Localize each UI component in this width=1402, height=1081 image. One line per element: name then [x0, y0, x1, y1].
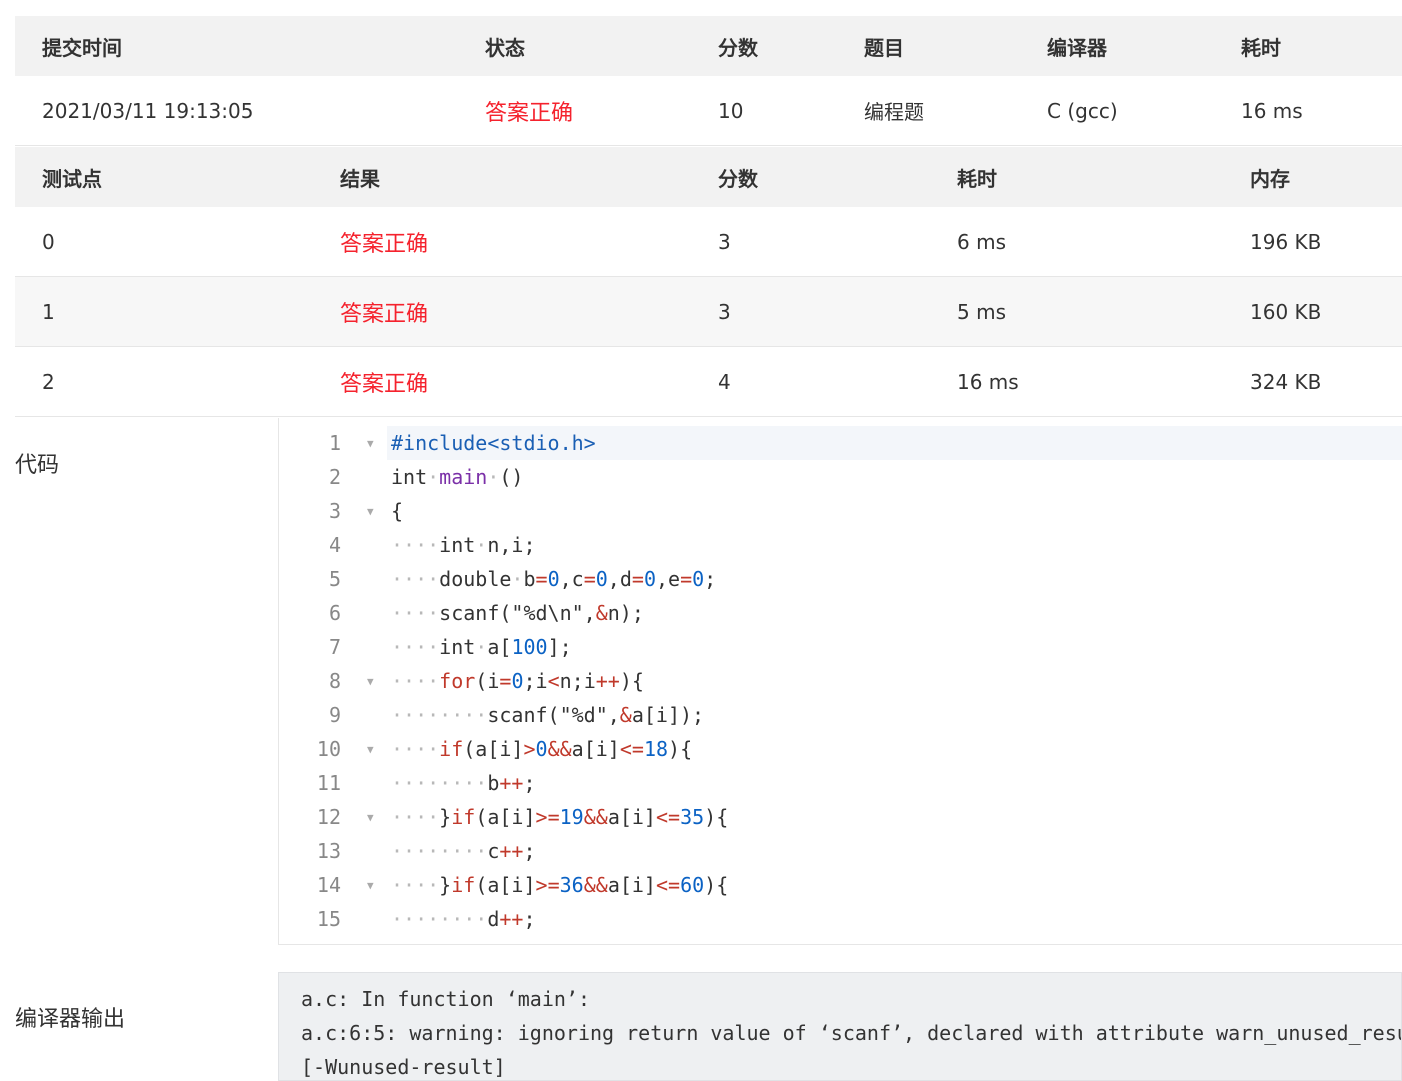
code-line: 1 ▼ #include<stdio.h> [279, 426, 1402, 460]
line-number: 11 [316, 771, 341, 795]
code-text: int · main ·() [391, 465, 524, 489]
header-testcase: 测试点 [42, 166, 102, 191]
status-badge: 答案正确 [485, 100, 574, 126]
testcase-table-header: 测试点 结果 分数 耗时 内存 [15, 147, 1402, 207]
submission-row: 2021/03/11 19:13:05 答案正确 10 编程题 C (gcc) … [15, 76, 1402, 146]
testcase-row: 0 答案正确 3 6 ms 196 KB [15, 207, 1402, 277]
submission-score: 10 [718, 98, 744, 123]
line-number: 10 [316, 737, 341, 761]
code-line: 5 ···· double · b = 0 ,c = 0 ,d = 0 ,e = 0; [279, 562, 1402, 596]
testcase-result: 答案正确 [340, 371, 429, 397]
line-number: 6 [328, 601, 341, 625]
fold-toggle-icon[interactable]: ▼ [367, 437, 374, 450]
line-number: 12 [316, 805, 341, 829]
code-line: 4 ···· int · n,i; [279, 528, 1402, 562]
code-line: 12 ▼ ····} if (a[i] >= 19 && a[i] <= 35){ [279, 800, 1402, 834]
testcase-row: 2 答案正确 4 16 ms 324 KB [15, 347, 1402, 417]
header-result: 结果 [340, 166, 380, 191]
compiler-output-line: a.c:6:5: warning: ignoring return value … [301, 1021, 1402, 1045]
line-number: 2 [328, 465, 341, 489]
header-status: 状态 [485, 35, 525, 60]
line-number: 5 [328, 567, 341, 591]
code-text: ···· int · a[100]; [391, 635, 572, 659]
fold-toggle-icon[interactable]: ▼ [367, 675, 374, 688]
testcase-time: 5 ms [957, 299, 1006, 324]
testcase-id: 2 [42, 369, 55, 394]
code-line: 7 ···· int · a[100]; [279, 630, 1402, 664]
compiler-output-label: 编译器输出 [15, 1007, 126, 1032]
header-submit-time: 提交时间 [42, 35, 122, 60]
header-elapsed: 耗时 [1241, 35, 1281, 60]
fold-toggle-icon[interactable]: ▼ [367, 811, 374, 824]
testcase-memory: 196 KB [1250, 229, 1322, 254]
code-viewer[interactable]: 1 ▼ #include<stdio.h> 2 int · main ·() 3 ▼ {4 ···· i… [278, 418, 1402, 945]
line-number: 15 [316, 907, 341, 931]
line-number: 3 [328, 499, 341, 523]
header-score: 分数 [718, 35, 758, 60]
testcase-time: 6 ms [957, 229, 1006, 254]
testcase-result: 答案正确 [340, 301, 429, 327]
code-text: ········ b ++; [391, 771, 536, 795]
code-text: ········ d ++; [391, 907, 536, 931]
testcase-id: 0 [42, 229, 55, 254]
code-text: ···· double · b = 0 ,c = 0 ,d = 0 ,e = 0; [391, 567, 717, 591]
code-line: 11 ········ b ++; [279, 766, 1402, 800]
code-text: ···· int · n,i; [391, 533, 536, 557]
compiler-output-line: [-Wunused-result] [301, 1055, 506, 1079]
compiler-output-box: a.c: In function ‘main’: a.c:6:5: warning… [278, 972, 1402, 1081]
fold-toggle-icon[interactable]: ▼ [367, 879, 374, 892]
testcase-score: 3 [718, 229, 731, 254]
line-number: 4 [328, 533, 341, 557]
code-text: ····} if (a[i] >= 19 && a[i] <= 35){ [391, 805, 729, 829]
code-text: ········ scanf("%d", & a[i]); [391, 703, 705, 727]
code-text: ········ c ++; [391, 839, 536, 863]
code-line: 8 ▼ ···· for (i = 0 ;i < n;i ++){ [279, 664, 1402, 698]
line-number: 7 [328, 635, 341, 659]
fold-toggle-icon[interactable]: ▼ [367, 505, 374, 518]
testcase-score: 3 [718, 299, 731, 324]
code-label: 代码 [15, 453, 60, 478]
testcase-memory: 160 KB [1250, 299, 1322, 324]
code-line: 14 ▼ ····} if (a[i] >= 36 && a[i] <= 60){ [279, 868, 1402, 902]
code-text: ···· if (a[i] >0 && a[i] <= 18){ [391, 737, 693, 761]
code-text: ···· scanf("%d\n", & n); [391, 601, 644, 625]
testcase-row: 1 答案正确 3 5 ms 160 KB [15, 277, 1402, 347]
compiler-output-line: a.c: In function ‘main’: [301, 987, 590, 1011]
code-text: ····} if (a[i] >= 36 && a[i] <= 60){ [391, 873, 729, 897]
line-number: 8 [328, 669, 341, 693]
header-compiler: 编译器 [1047, 35, 1107, 60]
code-line: 6 ···· scanf("%d\n", & n); [279, 596, 1402, 630]
code-line: 9 ········ scanf("%d", & a[i]); [279, 698, 1402, 732]
code-line: 13 ········ c ++; [279, 834, 1402, 868]
header-problem: 题目 [864, 35, 904, 60]
fold-toggle-icon[interactable]: ▼ [367, 743, 374, 756]
code-line: 3 ▼ { [279, 494, 1402, 528]
problem-name[interactable]: 编程题 [864, 76, 924, 145]
testcase-memory: 324 KB [1250, 369, 1322, 394]
submission-elapsed: 16 ms [1241, 98, 1303, 123]
line-number: 9 [328, 703, 341, 727]
line-number: 13 [316, 839, 341, 863]
submit-time: 2021/03/11 19:13:05 [42, 98, 254, 123]
submission-table-header: 提交时间 状态 分数 题目 编译器 耗时 [15, 16, 1402, 76]
compiler-name: C (gcc) [1047, 98, 1118, 123]
testcase-id: 1 [42, 299, 55, 324]
code-text: ···· for (i = 0 ;i < n;i ++){ [391, 669, 644, 693]
header-tc-time: 耗时 [957, 166, 997, 191]
code-line: 2 int · main ·() [279, 460, 1402, 494]
testcase-time: 16 ms [957, 369, 1019, 394]
header-tc-score: 分数 [718, 166, 758, 191]
code-line: 10 ▼ ···· if (a[i] >0 && a[i] <= 18){ [279, 732, 1402, 766]
header-memory: 内存 [1250, 166, 1290, 191]
code-text: { [391, 499, 404, 523]
code-text: #include<stdio.h> [387, 426, 1402, 460]
testcase-score: 4 [718, 369, 731, 394]
testcase-result: 答案正确 [340, 231, 429, 257]
line-number: 14 [316, 873, 341, 897]
line-number: 1 [328, 431, 341, 455]
code-line: 15 ········ d ++; [279, 902, 1402, 936]
